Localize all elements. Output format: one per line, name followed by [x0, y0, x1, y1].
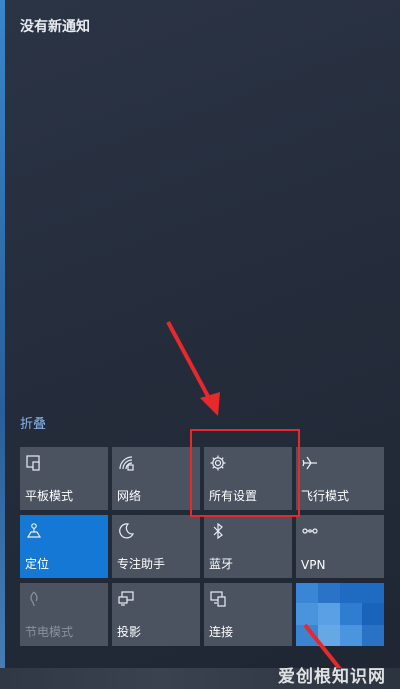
watermark-text: 爱创根知识网	[278, 667, 386, 687]
annotation-arrow-down	[166, 321, 220, 416]
annotation-arrows	[166, 321, 354, 686]
